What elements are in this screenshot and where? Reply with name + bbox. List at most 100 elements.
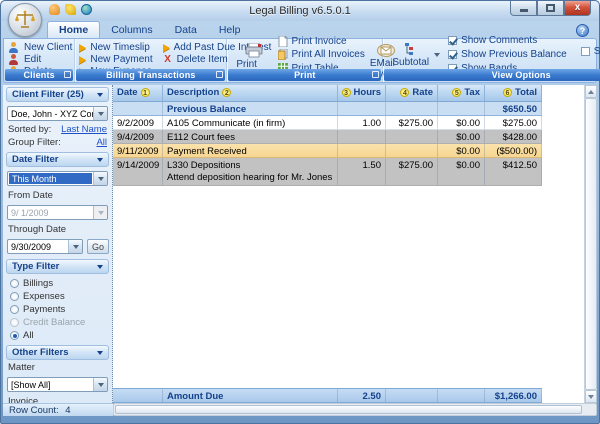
scroll-down-button[interactable]: [585, 390, 597, 403]
dialog-launcher-icon[interactable]: [372, 71, 379, 78]
yellow-arrow-icon: [163, 44, 170, 52]
through-date-value: 9/30/2009: [8, 240, 68, 253]
go-button[interactable]: Go: [87, 239, 109, 254]
sort-order-badge: 6: [503, 88, 512, 97]
column-header-tax[interactable]: 5Tax: [438, 85, 485, 101]
date-range-combobox[interactable]: This Month: [7, 171, 108, 186]
other-filters-header[interactable]: Other Filters: [6, 345, 109, 360]
cell-tax: $0.00: [438, 158, 485, 185]
chevron-down-icon: [73, 245, 79, 249]
sort-order-badge: 5: [452, 88, 461, 97]
radio-expenses-label: Expenses: [23, 291, 65, 302]
radio-icon: [10, 279, 19, 288]
matter-combobox[interactable]: [Show All]: [7, 377, 108, 392]
close-button[interactable]: x: [564, 1, 591, 16]
ribbon: New Client Edit Delete Clients N: [3, 38, 597, 83]
filter-sidebar: Client Filter (25) Doe, John - XYZ Corpo…: [3, 85, 113, 403]
calendar-dropdown-button[interactable]: [93, 206, 107, 219]
column-header-description[interactable]: Description2: [163, 85, 338, 101]
amount-due-hours: 2.50: [338, 389, 386, 402]
radio-selected-icon: [10, 331, 19, 340]
billing-grid: Date1 Description2 3Hours 4Rate 5Tax: [113, 85, 597, 403]
row-count-label: Row Count:: [9, 405, 59, 416]
from-date-field[interactable]: 9/ 1/2009: [7, 205, 108, 220]
minimize-button[interactable]: [510, 1, 537, 16]
cell-total: $275.00: [485, 116, 542, 129]
client-filter-header[interactable]: Client Filter (25): [6, 87, 109, 102]
chevron-down-icon: [98, 112, 104, 116]
print-invoice-button[interactable]: Print Invoice: [278, 36, 365, 47]
dialog-launcher-icon[interactable]: [216, 71, 223, 78]
table-row[interactable]: 9/14/2009 L330 Depositions Attend deposi…: [113, 158, 542, 186]
dropdown-button[interactable]: [93, 107, 107, 120]
hand-icon[interactable]: [65, 4, 76, 15]
radio-all[interactable]: All: [6, 329, 109, 342]
column-header-date[interactable]: Date1: [113, 85, 163, 101]
dropdown-button[interactable]: [93, 378, 107, 391]
sort-order-badge: 4: [400, 88, 409, 97]
show-comments-checkbox[interactable]: Show Comments: [448, 35, 567, 46]
scroll-up-button[interactable]: [585, 85, 597, 98]
dropdown-button[interactable]: [93, 172, 107, 185]
chevron-down-icon[interactable]: [434, 53, 440, 57]
edit-client-icon: [8, 54, 20, 65]
radio-expenses[interactable]: Expenses: [6, 290, 109, 303]
dialog-launcher-icon[interactable]: [64, 71, 71, 78]
matter-label: Matter: [6, 360, 109, 373]
new-payment-label: New Payment: [90, 54, 152, 65]
tab-data[interactable]: Data: [164, 22, 208, 38]
subtotal-label: Subtotal: [392, 57, 429, 68]
table-row-payment[interactable]: 9/11/2009 Payment Received $0.00 ($500.0…: [113, 144, 542, 158]
vertical-scrollbar[interactable]: [584, 85, 597, 403]
previous-balance-row[interactable]: Previous Balance $650.50: [113, 102, 542, 116]
scales-of-justice-icon: [14, 9, 36, 31]
new-client-button[interactable]: New Client: [8, 43, 72, 54]
column-header-total[interactable]: 6Total: [485, 85, 542, 101]
other-filters-title: Other Filters: [12, 347, 69, 358]
new-payment-button[interactable]: New Payment: [79, 55, 152, 66]
client-combobox-value: Doe, John - XYZ Corporation: [8, 107, 93, 120]
horizontal-scrollbar[interactable]: [113, 403, 597, 416]
search-footer-checkbox[interactable]: Search Footer: [581, 46, 600, 57]
tab-help[interactable]: Help: [208, 22, 252, 38]
application-menu-button[interactable]: [8, 3, 42, 37]
chevron-up-icon: [588, 90, 594, 94]
invoice-label: Invoice: [6, 394, 109, 403]
table-row[interactable]: 9/2/2009 A105 Communicate (in firm) 1.00…: [113, 116, 542, 130]
chevron-down-icon: [97, 265, 103, 269]
maximize-button[interactable]: [537, 1, 564, 16]
app-window: Legal Billing v6.5.0.1 x Home Columns Da…: [0, 0, 600, 424]
new-timeslip-label: New Timeslip: [90, 42, 149, 53]
cell-date: 9/2/2009: [113, 116, 163, 129]
table-row[interactable]: 9/4/2009 E112 Court fees $0.00 $428.00: [113, 130, 542, 144]
vertical-scroll-thumb[interactable]: [585, 98, 597, 390]
radio-billings[interactable]: Billings: [6, 277, 109, 290]
cell-rate: [386, 144, 438, 157]
date-filter-header[interactable]: Date Filter: [6, 152, 109, 167]
through-date-field[interactable]: 9/30/2009: [7, 239, 83, 254]
client-combobox[interactable]: Doe, John - XYZ Corporation: [7, 106, 108, 121]
print-group-label: Print: [228, 69, 381, 81]
help-icon[interactable]: ?: [576, 24, 589, 37]
edit-client-button[interactable]: Edit: [8, 55, 72, 66]
radio-payments[interactable]: Payments: [6, 303, 109, 316]
cell-description: A105 Communicate (in firm): [163, 116, 338, 129]
tab-home[interactable]: Home: [47, 21, 100, 38]
column-header-rate[interactable]: 4Rate: [386, 85, 438, 101]
group-filter-link[interactable]: All: [96, 137, 107, 148]
horizontal-scroll-thumb[interactable]: [115, 405, 582, 414]
amount-due-label: Amount Due: [163, 389, 338, 402]
show-previous-balance-checkbox[interactable]: Show Previous Balance: [448, 49, 567, 60]
calendar-dropdown-button[interactable]: [68, 240, 82, 253]
column-header-hours[interactable]: 3Hours: [338, 85, 386, 101]
globe-icon[interactable]: [81, 4, 92, 15]
tab-columns[interactable]: Columns: [100, 22, 163, 38]
radio-credit-balance: Credit Balance: [6, 316, 109, 329]
status-bar: Row Count: 4: [3, 403, 597, 416]
new-timeslip-button[interactable]: New Timeslip: [79, 43, 152, 54]
people-icon[interactable]: [49, 4, 60, 15]
type-filter-header[interactable]: Type Filter: [6, 259, 109, 274]
print-all-invoices-button[interactable]: Print All Invoices: [278, 49, 365, 60]
sorted-by-link[interactable]: Last Name: [61, 124, 107, 135]
document-icon: [278, 36, 288, 47]
